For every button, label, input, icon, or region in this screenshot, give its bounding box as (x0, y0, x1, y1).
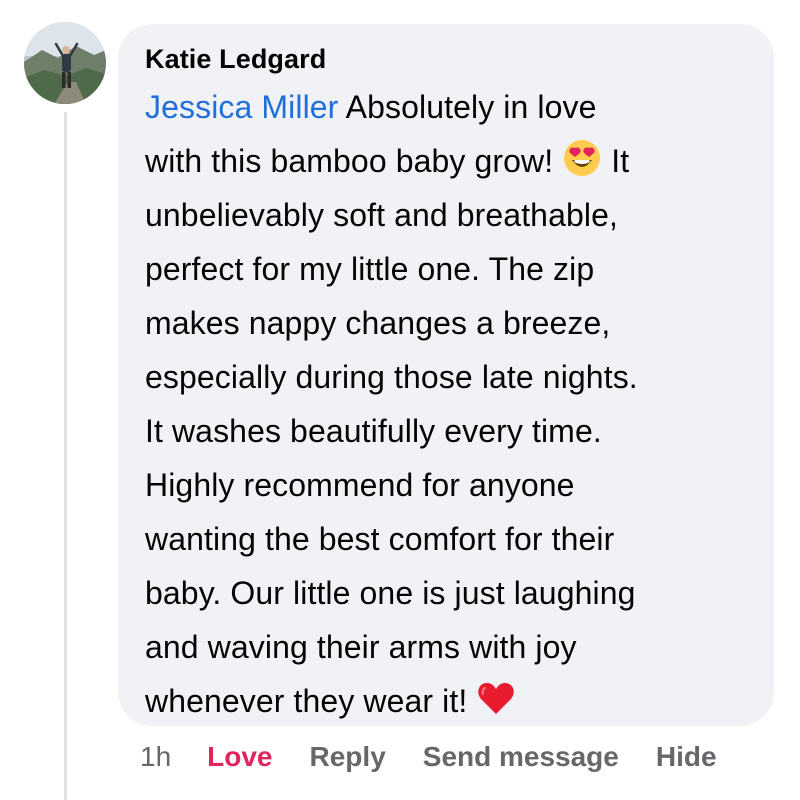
comment-line-text: It (602, 143, 630, 179)
comment-line: Jessica Miller Absolutely in love (145, 80, 754, 134)
love-reaction-button[interactable]: Love (207, 741, 272, 773)
comment-line: wanting the best comfort for their (145, 521, 615, 557)
avatar-photo (24, 22, 106, 104)
comment-line: especially during those late nights. (145, 359, 638, 395)
heart-eyes-emoji-icon (562, 138, 602, 178)
mention-link[interactable]: Jessica Miller (145, 89, 338, 125)
comment-actions: 1h Love Reply Send message Hide (140, 737, 717, 777)
hide-button[interactable]: Hide (656, 741, 717, 773)
comment-line: makes nappy changes a breeze, (145, 305, 611, 341)
comment-text: Jessica Miller Absolutely in love with t… (145, 80, 754, 728)
comment-line: whenever they wear it! (145, 674, 754, 728)
comment-line: and waving their arms with joy (145, 629, 577, 665)
reply-button[interactable]: Reply (310, 741, 386, 773)
comment-thread: Katie Ledgard Jessica Miller Absolutely … (0, 0, 800, 800)
comment-line: with this bamboo baby grow! It (145, 134, 754, 188)
comment-timestamp[interactable]: 1h (140, 741, 171, 773)
avatar[interactable] (24, 22, 106, 104)
send-message-button[interactable]: Send message (423, 741, 619, 773)
comment-line-text: whenever they wear it! (145, 683, 477, 719)
comment-line-text: Absolutely in love (338, 89, 597, 125)
comment-line: It washes beautifully every time. (145, 413, 602, 449)
comment-line: unbelievably soft and breathable, (145, 197, 618, 233)
comment-author-name[interactable]: Katie Ledgard (145, 42, 754, 76)
comment-bubble: Katie Ledgard Jessica Miller Absolutely … (118, 24, 774, 726)
comment-line: baby. Our little one is just laughing (145, 575, 636, 611)
red-heart-emoji-icon (476, 678, 516, 718)
comment-line: perfect for my little one. The zip (145, 251, 595, 287)
comment-line-text: with this bamboo baby grow! (145, 143, 563, 179)
thread-connector-line (64, 112, 67, 800)
comment-line: Highly recommend for anyone (145, 467, 575, 503)
